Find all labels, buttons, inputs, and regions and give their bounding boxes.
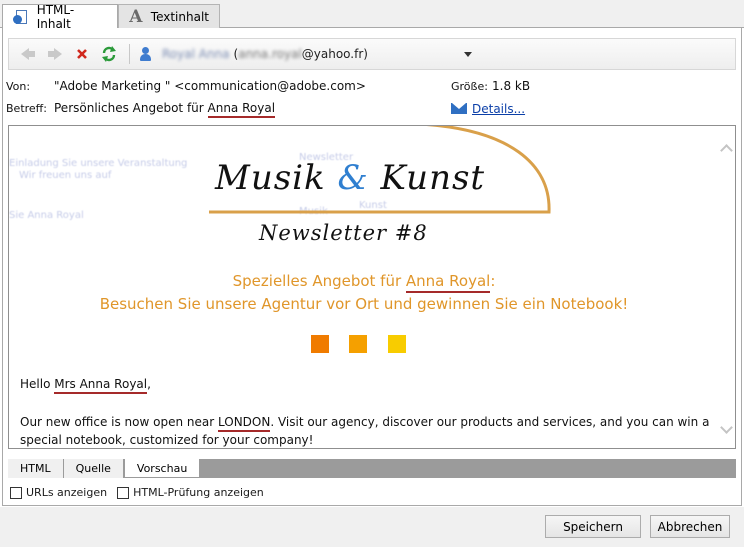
show-html-check-checkbox[interactable]: HTML-Prüfung anzeigen (117, 486, 264, 499)
user-icon (138, 46, 152, 62)
ghost-text: Sie Anna Royal (9, 210, 84, 221)
offer-headline: Spezielles Angebot für Anna Royal: (9, 272, 719, 293)
color-square-orange (311, 335, 329, 353)
details: Details... (451, 102, 525, 116)
details-link[interactable]: Details... (472, 102, 525, 116)
toolbar: Royal Anna ( anna.royal @yahoo.fr) (8, 38, 736, 70)
html-content-icon (13, 9, 29, 25)
headline-personalization: Anna Royal (405, 272, 491, 293)
body-city: LONDON (217, 415, 271, 432)
ghost-text: Einladung Sie unsere Veranstaltung (9, 158, 188, 169)
body-line-2: special notebook, customized for your co… (20, 433, 314, 447)
vertical-scrollbar[interactable] (718, 126, 735, 448)
tab-text-content-label: Textinhalt (150, 9, 209, 24)
size-label: Größe: (451, 80, 488, 93)
content-frame: Royal Anna ( anna.royal @yahoo.fr) Von: … (2, 28, 742, 506)
scroll-down-icon[interactable] (720, 421, 733, 434)
forward-button[interactable] (44, 43, 66, 65)
dialog-footer: Speichern Abbrechen (0, 507, 744, 547)
size-value: 1.8 kB (492, 79, 531, 93)
arrow-left-icon (21, 48, 35, 60)
chevron-down-icon (463, 51, 472, 57)
subject-prefix: Persönliches Angebot für (54, 101, 208, 115)
recipient-select[interactable]: Royal Anna ( anna.royal @yahoo.fr) (162, 47, 472, 61)
greeting-prefix: Hello (20, 377, 55, 391)
close-icon (77, 49, 87, 59)
show-html-check-label: HTML-Prüfung anzeigen (133, 486, 264, 499)
from-label: Von: (6, 80, 31, 93)
checkbox-box[interactable] (117, 486, 130, 499)
checkbox-box[interactable] (10, 486, 22, 499)
headline-suffix: : (490, 272, 496, 290)
arrow-right-icon (48, 48, 62, 60)
tab-html[interactable]: HTML (8, 459, 64, 478)
tab-html-content-label: HTML-Inhalt (36, 2, 75, 31)
save-button[interactable]: Speichern (545, 515, 641, 538)
cancel-button[interactable]: Abbrechen (650, 515, 730, 538)
options-row: URLs anzeigen HTML-Prüfung anzeigen (10, 486, 264, 499)
body-suffix: . Visit our agency, discover our product… (270, 415, 710, 429)
logo-word-2: Kunst (368, 158, 486, 198)
from-value: "Adobe Marketing " <communication@adobe.… (54, 79, 366, 93)
back-button[interactable] (17, 43, 39, 65)
email-preview[interactable]: Einladung Sie unsere Veranstaltung Wir f… (8, 125, 736, 449)
recipient-email-domain: @yahoo.fr) (301, 47, 368, 61)
recipient-email-local: anna.royal (238, 47, 302, 61)
view-tabs: HTML Quelle Vorschau (8, 459, 736, 478)
show-urls-label: URLs anzeigen (26, 486, 108, 499)
ghost-text: Wir freuen uns auf (19, 170, 112, 181)
greeting: Hello Mrs Anna Royal, (20, 377, 151, 394)
content-tabstrip: HTML-Inhalt A Textinhalt (0, 0, 744, 31)
subject-value: Persönliches Angebot für Anna Royal (54, 101, 276, 118)
offer-subheadline: Besuchen Sie unsere Agentur vor Ort und … (99, 295, 629, 313)
logo-ampersand: & (337, 158, 369, 198)
color-square-yellow (388, 335, 406, 353)
logo-word-1: Musik (215, 158, 338, 198)
body-prefix: Our new office is now open near (20, 415, 218, 429)
show-urls-checkbox[interactable]: URLs anzeigen (10, 486, 107, 499)
color-square-amber (349, 335, 367, 353)
newsletter-subtitle: Newsletter #8 (259, 221, 428, 245)
recipient-name: Royal Anna (162, 47, 230, 61)
subject-personalization: Anna Royal (207, 101, 276, 118)
toolbar-separator (129, 44, 130, 64)
refresh-button[interactable] (98, 43, 120, 65)
scroll-up-icon[interactable] (720, 144, 733, 157)
refresh-icon (102, 46, 116, 62)
subject-label: Betreff: (6, 102, 47, 115)
tab-source[interactable]: Quelle (63, 459, 124, 478)
greeting-suffix: , (147, 377, 151, 391)
logo-title: Musik & Kunst (215, 158, 485, 198)
body-line-1: Our new office is now open near LONDON. … (20, 415, 710, 432)
headline-prefix: Spezielles Angebot für (232, 272, 406, 290)
greeting-personalization: Mrs Anna Royal (54, 377, 148, 394)
text-content-icon: A (129, 6, 143, 27)
tab-preview[interactable]: Vorschau (123, 459, 201, 478)
tab-text-content[interactable]: A Textinhalt (118, 4, 220, 28)
tab-html-content[interactable]: HTML-Inhalt (2, 2, 118, 31)
envelope-icon (451, 103, 467, 114)
delete-button[interactable] (71, 43, 93, 65)
